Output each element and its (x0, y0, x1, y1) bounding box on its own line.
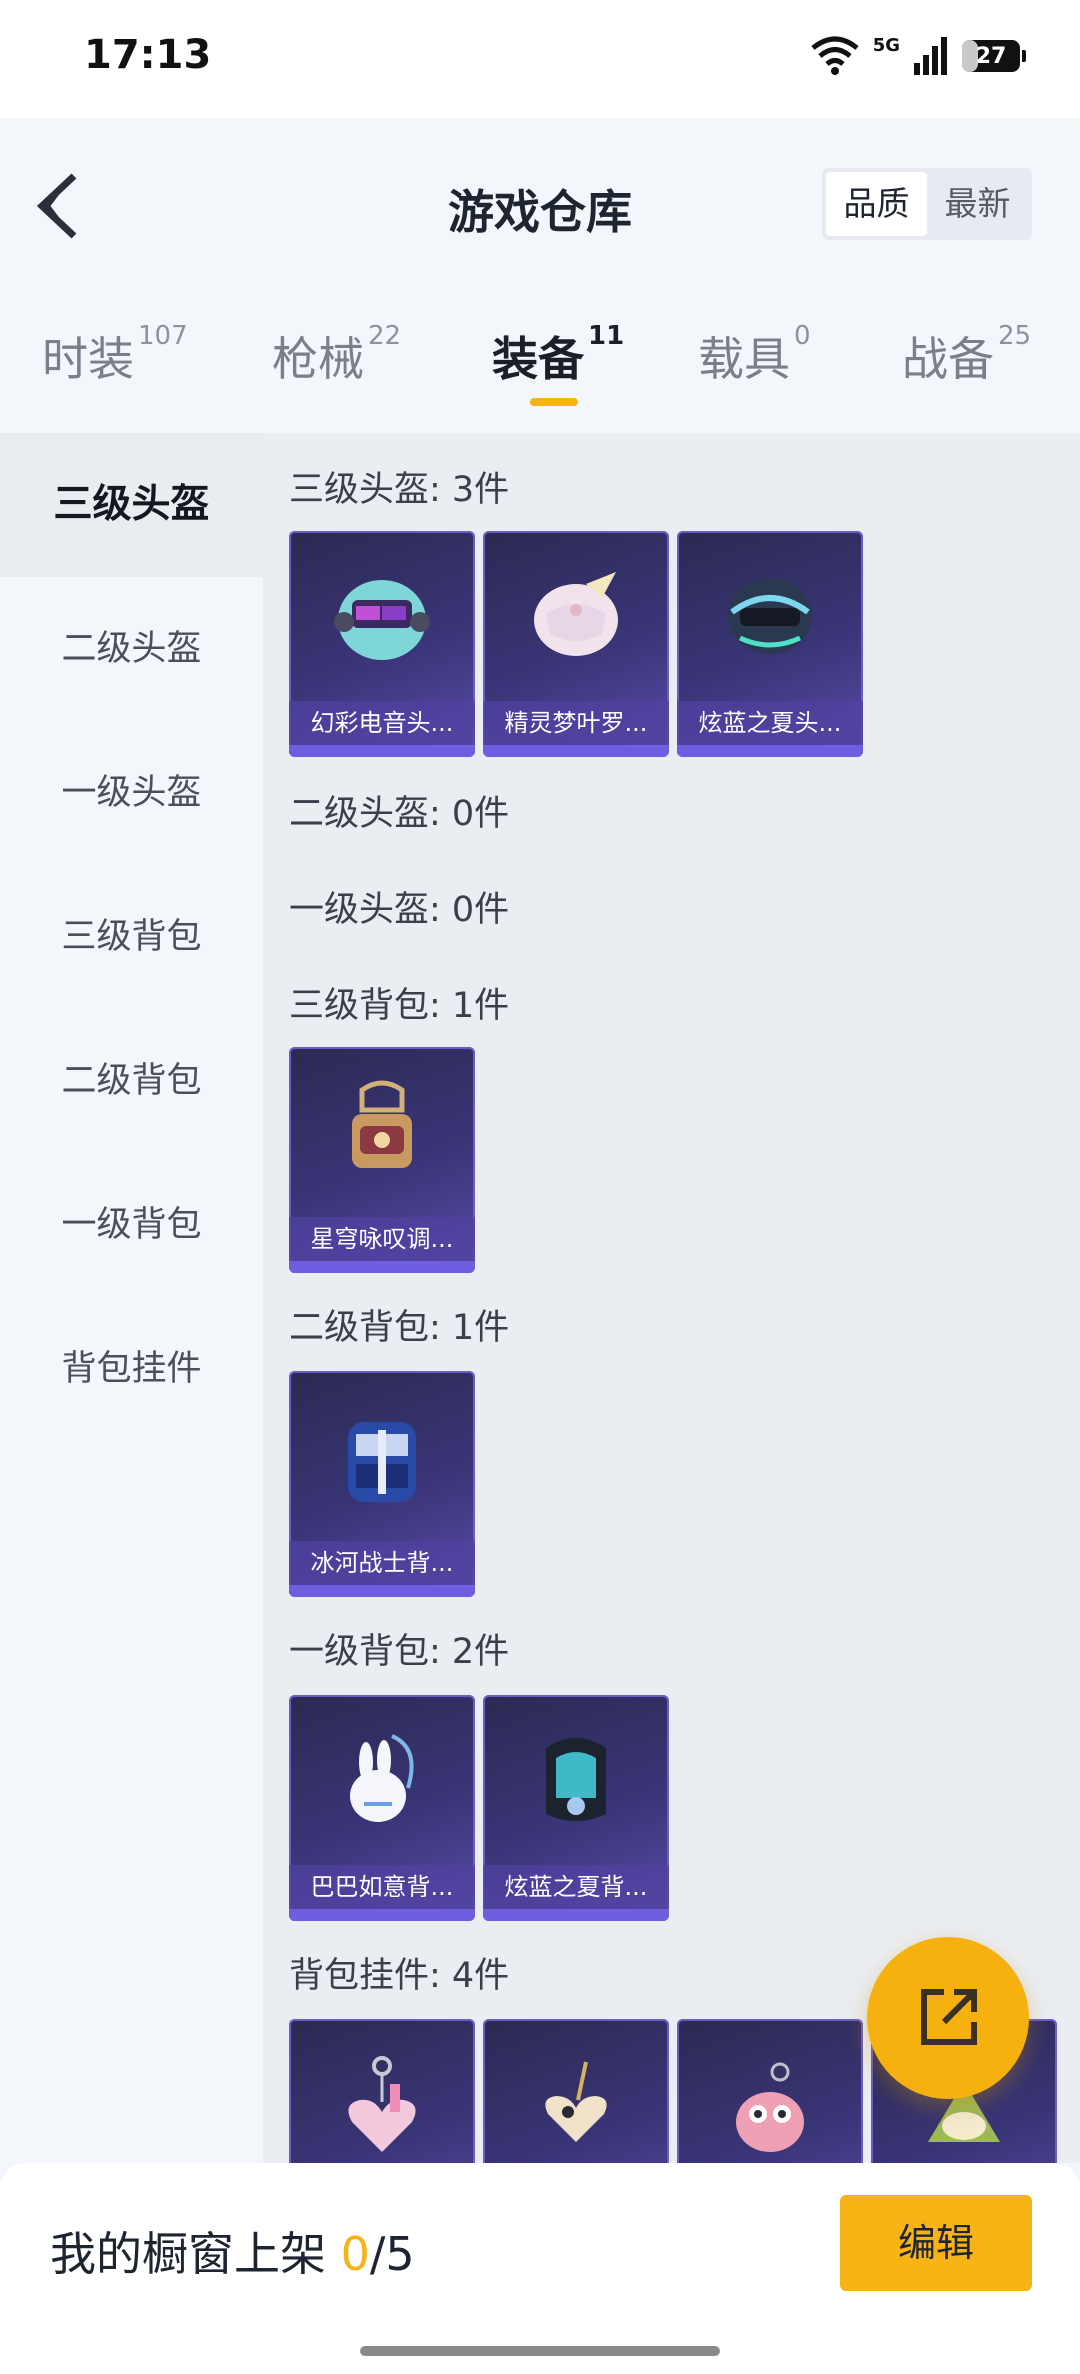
item-card[interactable]: 幻彩电音头... (289, 531, 475, 757)
sidebar-item-helmet-lv3[interactable]: 三级头盔 (0, 433, 263, 577)
card-row: 冰河战士背... (289, 1371, 475, 1597)
tab-fashion[interactable]: 时装 107 (42, 321, 188, 389)
item-card[interactable] (289, 2019, 475, 2163)
backpack-image (289, 1047, 475, 1213)
battery-level: 27 (975, 43, 1007, 69)
item-card[interactable]: 炫蓝之夏背... (483, 1695, 669, 1921)
item-name: 星穹咏叹调... (289, 1217, 475, 1261)
tab-count: 22 (368, 321, 402, 351)
section-title: 二级背包: 1件 (289, 1308, 510, 1348)
edit-button[interactable]: 编辑 (840, 2195, 1032, 2291)
sidebar: 三级头盔 二级头盔 一级头盔 三级背包 二级背包 一级背包 背包挂件 (0, 433, 263, 2163)
status-icons: 5G 27 (811, 34, 1026, 78)
sidebar-item-backpack-lv1[interactable]: 一级背包 (0, 1153, 263, 1297)
tab-equipment[interactable]: 装备 11 (492, 321, 625, 389)
item-card[interactable] (483, 2019, 669, 2163)
tab-gear[interactable]: 战备 25 (902, 321, 1032, 389)
tab-vehicles[interactable]: 载具 0 (698, 321, 811, 389)
item-card[interactable] (677, 2019, 863, 2163)
helmet-image (677, 531, 863, 697)
active-tab-indicator (530, 398, 578, 406)
showcase-count: 0 (340, 2227, 370, 2281)
status-time: 17:13 (84, 32, 212, 78)
item-card[interactable]: 星穹咏叹调... (289, 1047, 475, 1273)
backpack-image (483, 1695, 669, 1861)
card-row: 巴巴如意背... 炫蓝之夏背... (289, 1695, 669, 1921)
sidebar-item-backpack-lv3[interactable]: 三级背包 (0, 865, 263, 1009)
tab-label: 枪械 (272, 332, 364, 386)
home-indicator[interactable] (360, 2346, 720, 2356)
backpack-image (289, 1695, 475, 1861)
header: 游戏仓库 品质 最新 时装 107 枪械 22 装备 11 载具 0 战备 25 (0, 118, 1080, 430)
sort-option-quality[interactable]: 品质 (826, 172, 927, 236)
tab-label: 战备 (902, 332, 994, 386)
section-title: 一级背包: 2件 (289, 1632, 510, 1672)
sidebar-item-helmet-lv2[interactable]: 二级头盔 (0, 577, 263, 721)
item-card[interactable]: 精灵梦叶罗... (483, 531, 669, 757)
card-row: 幻彩电音头... 精灵梦叶罗... 炫蓝之夏头... (289, 531, 863, 757)
section-title: 三级头盔: 3件 (289, 470, 510, 510)
network-type: 5G (872, 35, 900, 56)
backpack-image (289, 1371, 475, 1537)
tab-count: 107 (138, 321, 188, 351)
item-card[interactable]: 炫蓝之夏头... (677, 531, 863, 757)
item-card[interactable]: 冰河战士背... (289, 1371, 475, 1597)
sidebar-item-helmet-lv1[interactable]: 一级头盔 (0, 721, 263, 865)
item-name: 炫蓝之夏背... (483, 1865, 669, 1909)
item-name: 冰河战士背... (289, 1541, 475, 1585)
sidebar-item-backpack-lv2[interactable]: 二级背包 (0, 1009, 263, 1153)
helmet-image (483, 531, 669, 697)
sidebar-item-backpack-charm[interactable]: 背包挂件 (0, 1297, 263, 1441)
showcase-status: 我的橱窗上架 0/5 (50, 2218, 415, 2284)
bottom-bar: 我的橱窗上架 0/5 编辑 (0, 2163, 1080, 2374)
tab-count: 0 (794, 321, 811, 351)
wifi-icon (811, 36, 859, 75)
share-button[interactable] (867, 1937, 1029, 2099)
battery-icon: 27 (962, 40, 1026, 72)
status-bar: 17:13 5G 27 (0, 0, 1080, 118)
section-title: 背包挂件: 4件 (289, 1956, 510, 1996)
charm-image (483, 2019, 669, 2163)
section-title: 二级头盔: 0件 (289, 794, 510, 834)
sort-toggle: 品质 最新 (822, 168, 1032, 240)
tab-count: 11 (588, 321, 625, 351)
section-title: 三级背包: 1件 (289, 986, 510, 1026)
item-name: 巴巴如意背... (289, 1865, 475, 1909)
tab-guns[interactable]: 枪械 22 (272, 321, 402, 389)
helmet-image (289, 531, 475, 697)
item-name: 幻彩电音头... (289, 701, 475, 745)
sort-option-newest[interactable]: 最新 (927, 172, 1028, 236)
showcase-label: 我的橱窗上架 (50, 2227, 326, 2281)
item-name: 炫蓝之夏头... (677, 701, 863, 745)
tab-label: 装备 (492, 332, 584, 386)
external-link-icon (921, 1989, 977, 2045)
item-card[interactable]: 巴巴如意背... (289, 1695, 475, 1921)
section-title: 一级头盔: 0件 (289, 890, 510, 930)
charm-image (677, 2019, 863, 2163)
item-list: 三级头盔: 3件 幻彩电音头... 精灵梦叶罗... 炫蓝之夏头... 二级头盔… (263, 433, 1080, 2163)
signal-icon (914, 37, 947, 75)
showcase-total: /5 (369, 2227, 415, 2281)
tab-count: 25 (998, 321, 1032, 351)
card-row: 星穹咏叹调... (289, 1047, 475, 1273)
item-name: 精灵梦叶罗... (483, 701, 669, 745)
tab-label: 时装 (42, 332, 134, 386)
charm-image (289, 2019, 475, 2163)
tab-label: 载具 (698, 332, 790, 386)
